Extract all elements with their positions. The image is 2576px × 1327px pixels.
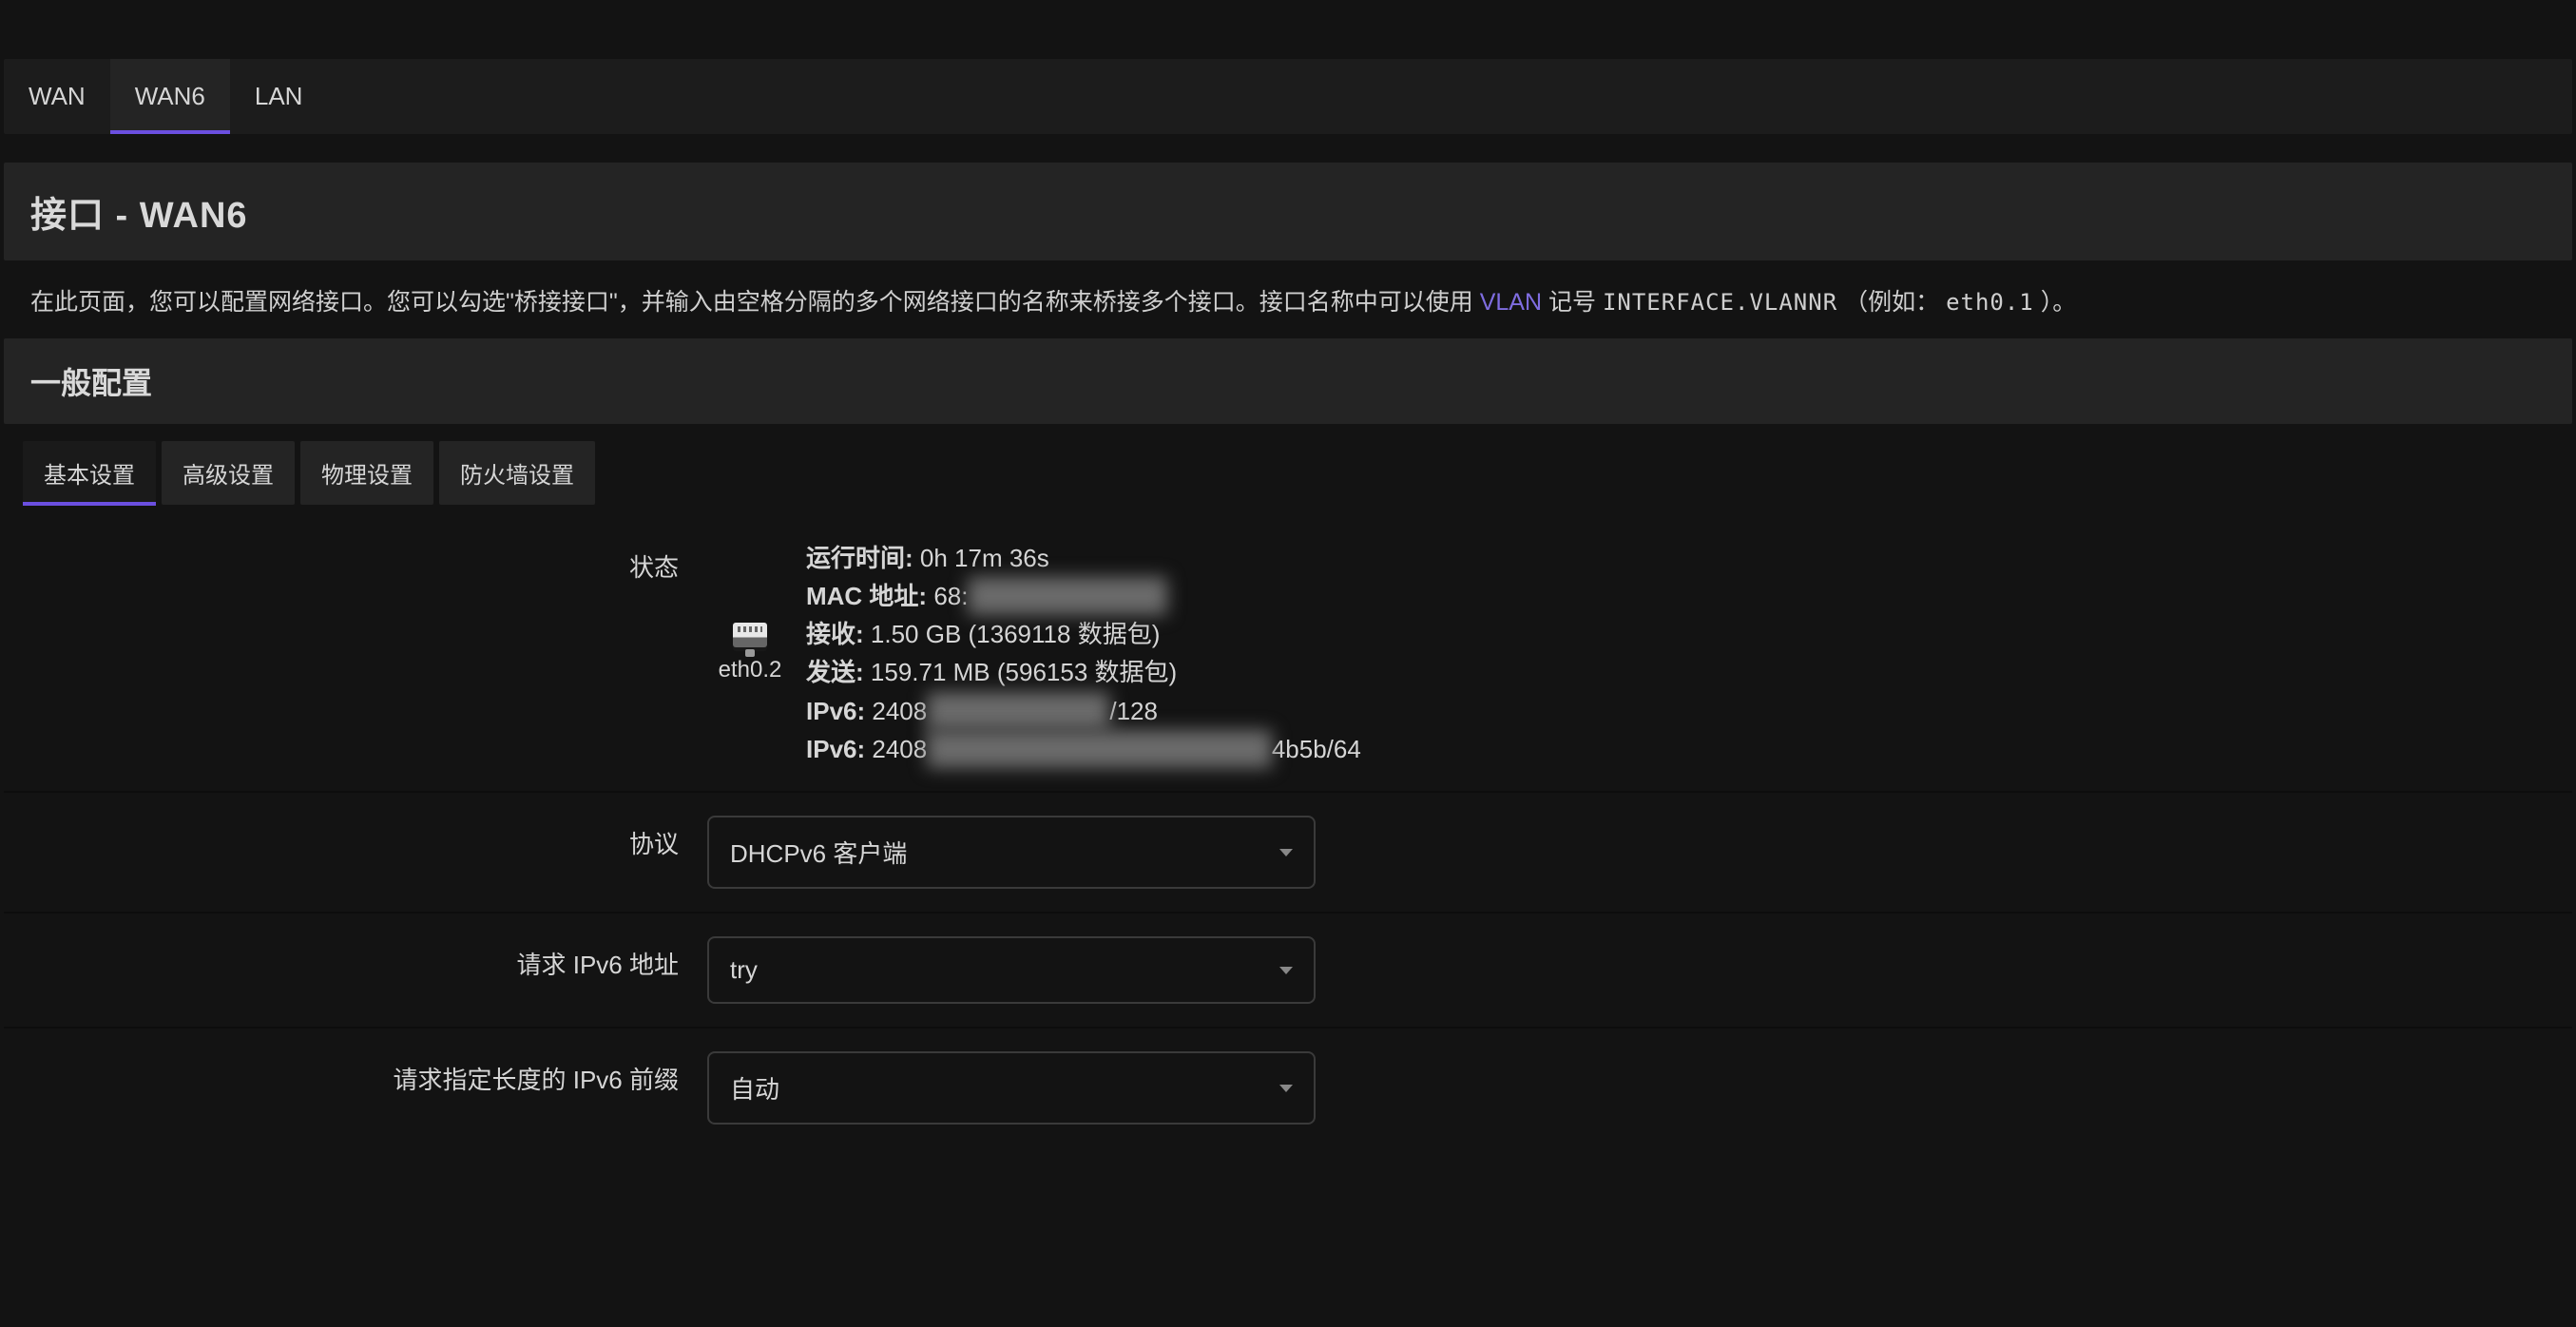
protocol-value: DHCPv6 客户端 xyxy=(730,835,907,870)
chevron-down-icon xyxy=(1279,1085,1293,1092)
protocol-select[interactable]: DHCPv6 客户端 xyxy=(707,816,1316,889)
status-label: 状态 xyxy=(289,539,707,584)
ipv6a-suffix: /128 xyxy=(1109,697,1158,725)
status-interface-name: eth0.2 xyxy=(719,657,782,683)
tab-wan6[interactable]: WAN6 xyxy=(110,59,230,134)
tx-value: 159.71 MB (596153 数据包) xyxy=(871,658,1177,686)
mac-key: MAC 地址: xyxy=(806,582,927,610)
row-reqprefix: 请求指定长度的 IPv6 前缀 自动 xyxy=(4,1029,2572,1147)
chevron-down-icon xyxy=(1279,967,1293,974)
ipv6a-key: IPv6: xyxy=(806,697,865,725)
desc-text-post3: ）。 xyxy=(2041,289,2077,316)
status-interface-badge: eth0.2 xyxy=(707,623,793,683)
desc-text-pre: 在此页面，您可以配置网络接口。您可以勾选"桥接接口"，并输入由空格分隔的多个网络… xyxy=(30,289,1473,316)
title-bar: 接口 - WAN6 xyxy=(4,163,2572,260)
vlan-link[interactable]: VLAN xyxy=(1480,289,1542,316)
nic-icon xyxy=(733,623,767,647)
ipv6a-prefix: 2408 xyxy=(872,697,927,725)
tab-firewall[interactable]: 防火墙设置 xyxy=(439,441,595,505)
rx-value: 1.50 GB (1369118 数据包) xyxy=(871,620,1160,648)
ipv6a-blurred: :xxxx:xxxx:xxxx:: xyxy=(927,692,1109,730)
row-reqaddr: 请求 IPv6 地址 try xyxy=(4,914,2572,1029)
reqprefix-value: 自动 xyxy=(730,1070,779,1106)
desc-code-example: eth0.1 xyxy=(1946,289,2034,316)
ipv6b-suffix: 4b5b/64 xyxy=(1272,735,1361,763)
ipv6b-blurred: :xxxx:xxxx:xxxx:xxxx:xxxx:xxxx: xyxy=(927,730,1272,768)
mac-prefix: 68: xyxy=(933,582,968,610)
page-description: 在此页面，您可以配置网络接口。您可以勾选"桥接接口"，并输入由空格分隔的多个网络… xyxy=(4,260,2572,338)
interface-tabs: WAN WAN6 LAN xyxy=(4,59,2572,134)
uptime-key: 运行时间: xyxy=(806,544,913,572)
tab-basic[interactable]: 基本设置 xyxy=(23,441,156,505)
tab-advanced[interactable]: 高级设置 xyxy=(162,441,295,505)
ipv6b-key: IPv6: xyxy=(806,735,865,763)
protocol-label: 协议 xyxy=(289,816,707,860)
page-title: 接口 - WAN6 xyxy=(30,185,2546,238)
section-general-config: 一般配置 xyxy=(4,338,2572,424)
tab-physical[interactable]: 物理设置 xyxy=(300,441,433,505)
uptime-value: 0h 17m 36s xyxy=(920,544,1049,572)
reqprefix-select[interactable]: 自动 xyxy=(707,1051,1316,1125)
rx-key: 接收: xyxy=(806,620,864,648)
desc-text-post1: 记号 xyxy=(1548,289,1596,316)
row-protocol: 协议 DHCPv6 客户端 xyxy=(4,793,2572,914)
tab-lan[interactable]: LAN xyxy=(230,59,328,134)
reqaddr-select[interactable]: try xyxy=(707,936,1316,1004)
chevron-down-icon xyxy=(1279,849,1293,856)
tx-key: 发送: xyxy=(806,658,864,686)
reqprefix-label: 请求指定长度的 IPv6 前缀 xyxy=(289,1051,707,1096)
reqaddr-label: 请求 IPv6 地址 xyxy=(289,936,707,981)
tab-wan[interactable]: WAN xyxy=(4,59,110,134)
ipv6b-prefix: 2408 xyxy=(872,735,927,763)
row-status: 状态 eth0.2 运行时间: 0h 17m 36s MAC 地址: 68:DB… xyxy=(4,505,2572,794)
status-details: 运行时间: 0h 17m 36s MAC 地址: 68:DB:DB:DB:DB:… xyxy=(806,539,1361,769)
mac-blurred: DB:DB:DB:DB:DB xyxy=(968,577,1167,615)
desc-text-post2: （例如： xyxy=(1844,289,1939,316)
reqaddr-value: try xyxy=(730,955,758,985)
config-tabs: 基本设置 高级设置 物理设置 防火墙设置 xyxy=(4,426,2572,505)
desc-code-iface: INTERFACE.VLANNR xyxy=(1603,289,1837,316)
